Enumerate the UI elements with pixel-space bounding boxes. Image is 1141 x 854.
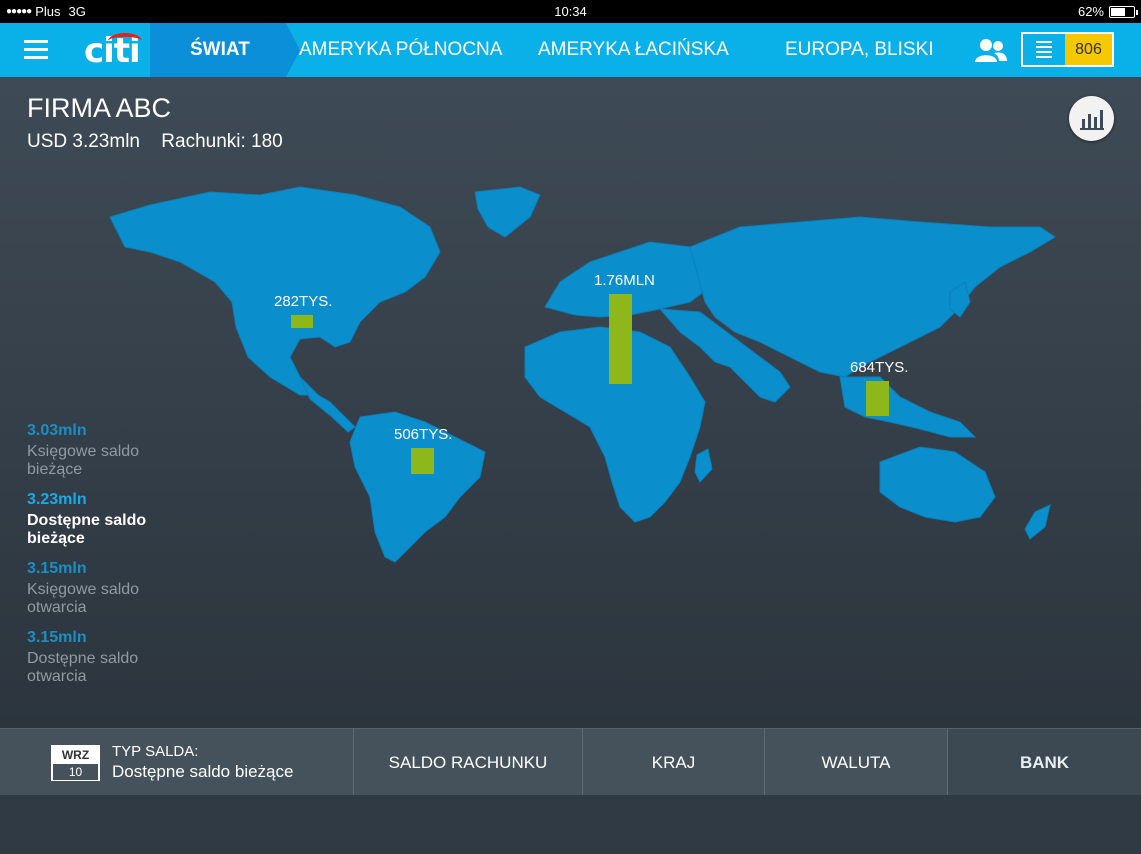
balance-label-line2: otwarcia	[27, 668, 87, 685]
region-label-north-america: 282TYS.	[274, 293, 333, 310]
company-amount: USD 3.23mln	[27, 131, 140, 152]
tab-account-balance[interactable]: SALDO RACHUNKU	[354, 729, 583, 796]
tab-world-label: ŚWIAT	[190, 39, 250, 60]
calendar-icon[interactable]: WRZ 10	[51, 744, 100, 781]
tab-currency[interactable]: WALUTA	[765, 729, 948, 796]
balance-label-line1: Dostępne saldo	[27, 650, 139, 667]
balance-list: 3.03mln Księgowe saldo bieżące 3.23mln Do…	[27, 422, 227, 698]
notification-counter[interactable]: 806	[1021, 32, 1114, 67]
balance-item[interactable]: 3.03mln Księgowe saldo bieżące	[27, 422, 227, 479]
list-icon	[1023, 34, 1065, 65]
company-accounts: Rachunki: 180	[161, 131, 283, 152]
calendar-month: WRZ	[52, 745, 99, 764]
tab-europe-middle-east[interactable]: EUROPA, BLISKI	[785, 39, 934, 61]
hamburger-icon[interactable]	[24, 40, 48, 60]
status-right: 62%	[1077, 4, 1138, 19]
region-bar-latin-america[interactable]	[411, 448, 434, 474]
balance-item-active[interactable]: 3.23mln Dostępne saldo bieżące	[27, 491, 227, 548]
balance-label-line2: bieżące	[27, 530, 85, 547]
balance-label: Dostępne saldo bieżące	[27, 512, 227, 548]
balance-item[interactable]: 3.15mln Dostępne saldo otwarcia	[27, 629, 227, 686]
balance-amount: 3.03mln	[27, 422, 87, 439]
company-name: FIRMA ABC	[27, 93, 172, 123]
balance-type[interactable]: TYP SALDA: Dostępne saldo bieżące	[112, 743, 293, 782]
status-time: 10:34	[554, 4, 587, 19]
counter-value: 806	[1065, 34, 1112, 65]
balance-label: Księgowe saldo otwarcia	[27, 581, 227, 617]
balance-amount: 3.23mln	[27, 491, 87, 508]
company-summary: USD 3.23mln Rachunki: 180	[27, 131, 283, 153]
balance-amount: 3.15mln	[27, 629, 87, 646]
footer-area	[0, 795, 1141, 854]
region-bar-asia[interactable]	[866, 381, 889, 416]
tab-world[interactable]: ŚWIAT	[150, 23, 300, 77]
users-icon[interactable]	[974, 37, 1008, 63]
calendar-day: 10	[53, 763, 98, 780]
battery-percent: 62%	[1077, 4, 1104, 19]
main-area: FIRMA ABC USD 3.23mln Rachunki: 180 282T…	[0, 77, 1141, 728]
bar-chart-button[interactable]	[1069, 96, 1114, 141]
balance-item[interactable]: 3.15mln Księgowe saldo otwarcia	[27, 560, 227, 617]
region-bar-europe[interactable]	[609, 294, 632, 384]
balance-amount: 3.15mln	[27, 560, 87, 577]
balance-type-value: Dostępne saldo bieżące	[112, 762, 294, 781]
balance-label: Księgowe saldo bieżące	[27, 443, 227, 479]
balance-label-line1: Księgowe saldo	[27, 443, 140, 460]
balance-label-line1: Księgowe saldo	[27, 581, 140, 598]
bar-chart-icon	[1079, 109, 1104, 130]
balance-label-line2: bieżące	[27, 461, 83, 478]
region-label-latin-america: 506TYS.	[394, 426, 453, 443]
balance-type-label: TYP SALDA:	[112, 743, 199, 760]
tab-country[interactable]: KRAJ	[583, 729, 765, 796]
bottom-bar: WRZ 10 TYP SALDA: Dostępne saldo bieżące…	[0, 728, 1141, 796]
tab-bank[interactable]: BANK	[948, 729, 1141, 796]
battery-fill	[1111, 7, 1125, 16]
balance-label-line2: otwarcia	[27, 599, 87, 616]
top-navigation: citi ŚWIAT AMERYKA PÓŁNOCNA AMERYKA ŁACI…	[0, 23, 1141, 77]
balance-label-line1: Dostępne saldo	[27, 512, 147, 529]
region-bar-north-america[interactable]	[291, 315, 313, 328]
tab-latin-america[interactable]: AMERYKA ŁACIŃSKA	[538, 39, 729, 61]
region-label-asia: 684TYS.	[850, 359, 909, 376]
tab-north-america[interactable]: AMERYKA PÓŁNOCNA	[299, 39, 502, 61]
region-label-europe: 1.76MLN	[594, 272, 655, 289]
balance-type-cell: WRZ 10 TYP SALDA: Dostępne saldo bieżące	[0, 729, 354, 796]
balance-label: Dostępne saldo otwarcia	[27, 650, 227, 686]
status-bar: ●●●●● Plus 3G 10:34 62%	[0, 0, 1141, 23]
citi-logo-arc	[108, 33, 142, 49]
battery-icon	[1109, 5, 1138, 18]
